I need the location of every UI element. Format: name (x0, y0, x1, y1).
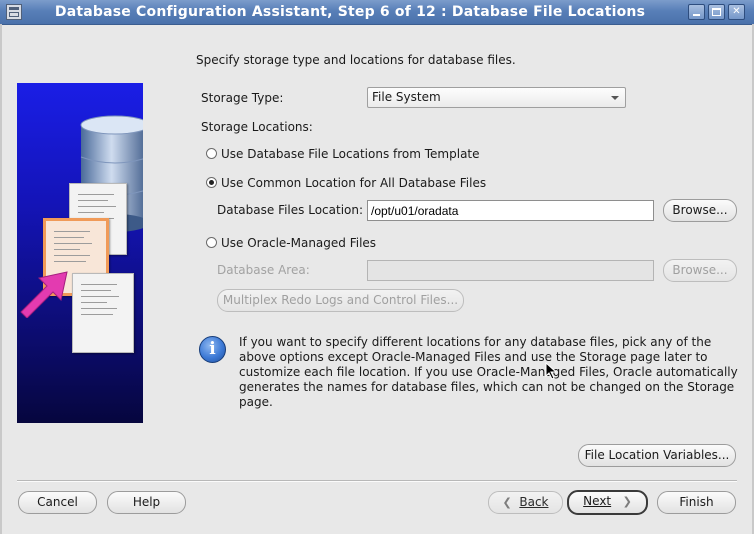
database-area-label: Database Area: (217, 263, 310, 277)
radio-button[interactable] (206, 177, 217, 188)
window-frame-left (0, 24, 2, 534)
mouse-cursor-icon (545, 362, 557, 380)
info-icon (199, 336, 226, 363)
chevron-down-icon (611, 96, 619, 100)
radio-oracle-managed-label: Use Oracle-Managed Files (221, 236, 377, 250)
radio-button[interactable] (206, 237, 217, 248)
next-button-label: Next (583, 494, 612, 508)
maximize-icon[interactable] (708, 4, 725, 20)
database-files-location-label: Database Files Location: (217, 203, 364, 217)
document-icon (72, 273, 134, 353)
instruction-text: Specify storage type and locations for d… (196, 53, 516, 67)
radio-oracle-managed[interactable]: Use Oracle-Managed Files (206, 235, 376, 251)
window-title: Database Configuration Assistant, Step 6… (54, 4, 646, 20)
close-icon[interactable]: ✕ (728, 4, 745, 20)
radio-template-locations-label: Use Database File Locations from Templat… (221, 147, 480, 161)
cancel-button[interactable]: Cancel (18, 491, 97, 514)
help-button[interactable]: Help (107, 491, 186, 514)
finish-button[interactable]: Finish (657, 491, 736, 514)
radio-common-location[interactable]: Use Common Location for All Database Fil… (206, 175, 486, 191)
title-bar: Database Configuration Assistant, Step 6… (0, 0, 754, 25)
chevron-left-icon: ❮ (502, 496, 512, 509)
back-button: ❮ Back (488, 491, 563, 514)
app-icon[interactable] (6, 4, 22, 20)
browse-database-area-button: Browse... (663, 259, 737, 282)
multiplex-redo-logs-button: Multiplex Redo Logs and Control Files... (217, 289, 464, 312)
arrow-icon (20, 271, 68, 318)
radio-template-locations[interactable]: Use Database File Locations from Templat… (206, 146, 480, 162)
radio-button[interactable] (206, 148, 217, 159)
radio-common-location-label: Use Common Location for All Database Fil… (221, 176, 487, 190)
storage-type-selected: File System (372, 90, 441, 104)
back-button-label: Back (519, 495, 549, 509)
chevron-right-icon: ❯ (622, 495, 632, 508)
footer-separator (17, 480, 737, 482)
browse-files-location-button[interactable]: Browse... (663, 199, 737, 222)
database-area-input (367, 260, 654, 281)
database-files-location-input[interactable] (367, 200, 654, 221)
minimize-icon[interactable] (688, 4, 705, 20)
wizard-illustration (17, 83, 143, 423)
next-button[interactable]: Next ❯ (567, 490, 648, 515)
storage-type-dropdown[interactable]: File System (367, 87, 626, 108)
info-text: If you want to specify different locatio… (239, 335, 738, 409)
file-location-variables-button[interactable]: File Location Variables... (578, 444, 736, 467)
storage-type-label: Storage Type: (201, 91, 284, 105)
storage-locations-label: Storage Locations: (201, 120, 313, 134)
